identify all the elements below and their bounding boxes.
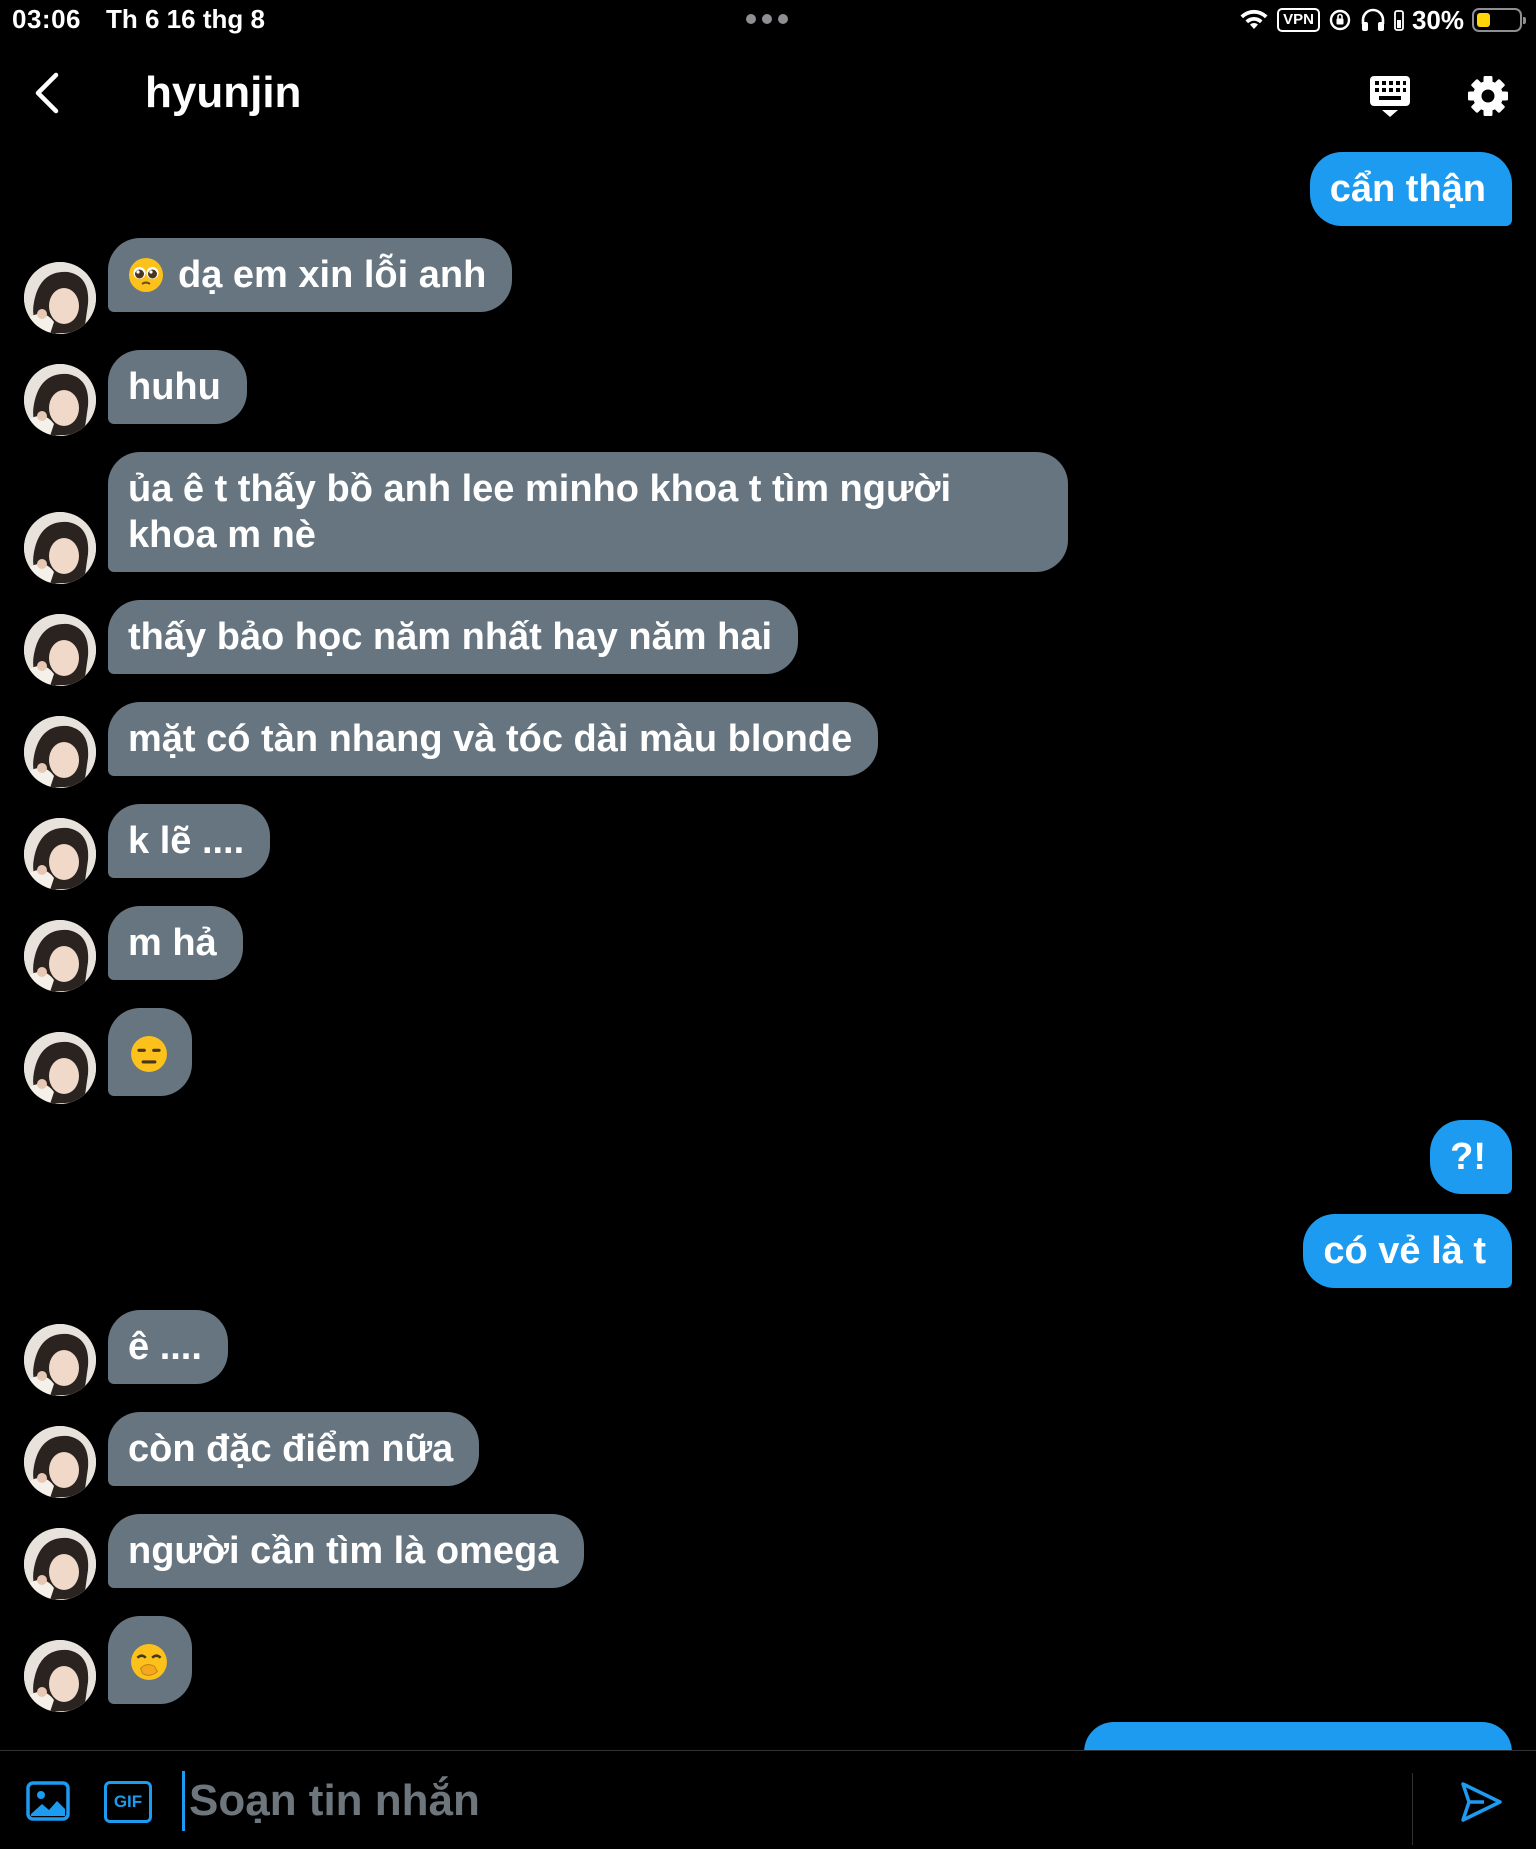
message-bubble-incoming[interactable]: ê .... bbox=[108, 1310, 228, 1384]
status-bar: 03:06 Th 6 16 thg 8 VPN 30% bbox=[0, 0, 1536, 40]
message-text: mặt có tàn nhang và tóc dài màu blonde bbox=[128, 718, 853, 760]
message-bubble-incoming[interactable]: dạ em xin lỗi anh bbox=[108, 238, 513, 312]
message-bubble-incoming[interactable]: huhu bbox=[108, 350, 247, 424]
wifi-icon bbox=[1240, 9, 1268, 29]
message-bubble-outgoing[interactable]: có vẻ là t bbox=[1303, 1214, 1512, 1288]
pleading-face-icon bbox=[129, 258, 163, 292]
avatar[interactable] bbox=[24, 818, 96, 890]
message-text: m hả bbox=[128, 922, 217, 964]
send-button[interactable] bbox=[1458, 1779, 1504, 1825]
battery-icon bbox=[1472, 8, 1526, 32]
message-text: dạ em xin lỗi anh bbox=[178, 254, 487, 296]
dm-conversation-screen: 03:06 Th 6 16 thg 8 VPN 30% hyunjin cẩn … bbox=[0, 0, 1536, 1849]
message-bubble-incoming[interactable]: còn đặc điểm nữa bbox=[108, 1412, 480, 1486]
composer-divider bbox=[1412, 1773, 1413, 1845]
avatar[interactable] bbox=[24, 614, 96, 686]
battery-fill bbox=[1477, 13, 1490, 27]
send-icon bbox=[1461, 1782, 1502, 1822]
avatar[interactable] bbox=[24, 512, 96, 584]
message-list[interactable]: cẩn thận dạ em xin lỗi anh huhu ủa ê t t… bbox=[0, 140, 1536, 1750]
multitasking-dots[interactable] bbox=[746, 14, 788, 24]
message-bubble-incoming[interactable]: k lẽ .... bbox=[108, 804, 271, 878]
avatar[interactable] bbox=[24, 716, 96, 788]
message-bubble-outgoing[interactable]: cẩn thận bbox=[1309, 152, 1512, 226]
avatar[interactable] bbox=[24, 1528, 96, 1600]
avatar[interactable] bbox=[24, 1324, 96, 1396]
message-text: ?! bbox=[1450, 1136, 1486, 1178]
gif-button[interactable]: GIF bbox=[104, 1781, 152, 1823]
message-text: còn đặc điểm nữa bbox=[128, 1428, 454, 1470]
message-text: người cần tìm là omega bbox=[128, 1530, 559, 1572]
message-bubble-incoming[interactable]: mặt có tàn nhang và tóc dài màu blonde bbox=[108, 702, 879, 776]
avatar[interactable] bbox=[24, 920, 96, 992]
add-media-button[interactable] bbox=[24, 1777, 72, 1825]
conversation-title[interactable]: hyunjin bbox=[145, 68, 301, 118]
status-date: Th 6 16 thg 8 bbox=[106, 4, 265, 34]
gif-label: GIF bbox=[113, 1792, 143, 1811]
message-bubble-incoming[interactable]: người cần tìm là omega bbox=[108, 1514, 585, 1588]
image-icon bbox=[26, 1781, 70, 1821]
message-bubble-incoming[interactable]: ủa ê t thấy bồ anh lee minho khoa t tìm … bbox=[108, 452, 1068, 572]
vpn-badge: VPN bbox=[1277, 8, 1320, 32]
message-bubble-incoming[interactable] bbox=[108, 1616, 192, 1704]
message-text: có vẻ là t bbox=[1323, 1230, 1486, 1272]
message-bubble-incoming[interactable] bbox=[108, 1008, 192, 1096]
orientation-lock-icon bbox=[1329, 9, 1351, 31]
keyboard-shortcuts-button[interactable] bbox=[1364, 70, 1416, 122]
avatar[interactable] bbox=[24, 364, 96, 436]
hand-over-mouth-face-icon bbox=[131, 1644, 167, 1680]
message-bubble-incoming[interactable]: m hả bbox=[108, 906, 243, 980]
message-text: huhu bbox=[128, 366, 221, 408]
message-bubble-outgoing-partial[interactable] bbox=[1084, 1722, 1512, 1750]
chevron-left-icon bbox=[35, 72, 59, 114]
headphones-icon bbox=[1361, 8, 1385, 31]
battery-mini-icon bbox=[1394, 10, 1404, 31]
message-text: k lẽ .... bbox=[128, 820, 245, 862]
avatar[interactable] bbox=[24, 1426, 96, 1498]
message-text: thấy bảo học năm nhất hay năm hai bbox=[128, 616, 773, 658]
battery-percent: 30% bbox=[1411, 4, 1464, 35]
message-input[interactable] bbox=[182, 1771, 1402, 1831]
avatar[interactable] bbox=[24, 262, 96, 334]
settings-button[interactable] bbox=[1462, 70, 1514, 122]
avatar[interactable] bbox=[24, 1640, 96, 1712]
keyboard-icon bbox=[1370, 76, 1410, 117]
avatar[interactable] bbox=[24, 1032, 96, 1104]
status-indicators: VPN 30% bbox=[1239, 4, 1526, 36]
message-text: ủa ê t thấy bồ anh lee minho khoa t tìm … bbox=[128, 468, 952, 556]
message-text: cẩn thận bbox=[1329, 168, 1486, 210]
message-bubble-outgoing[interactable]: ?! bbox=[1430, 1120, 1512, 1194]
conversation-header: hyunjin bbox=[0, 56, 1536, 136]
gear-icon bbox=[1468, 76, 1508, 116]
message-text: ê .... bbox=[128, 1326, 202, 1368]
message-composer: GIF bbox=[0, 1750, 1536, 1849]
back-button[interactable] bbox=[22, 68, 72, 118]
status-time: 03:06 bbox=[12, 4, 81, 34]
expressionless-face-icon bbox=[131, 1036, 167, 1072]
message-bubble-incoming[interactable]: thấy bảo học năm nhất hay năm hai bbox=[108, 600, 799, 674]
